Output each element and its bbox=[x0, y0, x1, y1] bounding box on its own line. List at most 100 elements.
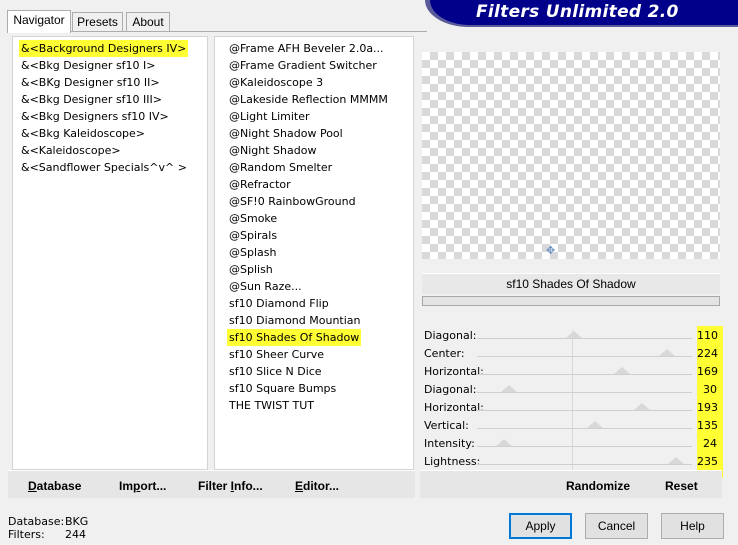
parameter-value: 110 bbox=[697, 327, 721, 345]
filter-item[interactable]: @Smoke bbox=[227, 210, 279, 227]
parameter-label: Vertical: bbox=[424, 419, 469, 432]
slider-track[interactable] bbox=[477, 428, 692, 429]
slider-thumb[interactable] bbox=[614, 367, 631, 374]
parameter-row: Diagonal: 30 bbox=[422, 381, 722, 399]
parameter-row: Diagonal: 110 bbox=[422, 327, 722, 345]
editor-button-mnemonic: E bbox=[295, 479, 304, 493]
filter-item[interactable]: sf10 Slice N Dice bbox=[227, 363, 324, 380]
filter-item[interactable]: @SF!0 RainbowGround bbox=[227, 193, 358, 210]
database-button[interactable]: Database bbox=[28, 479, 81, 493]
filter-item[interactable]: @Frame Gradient Switcher bbox=[227, 57, 379, 74]
editor-button[interactable]: Editor... bbox=[295, 479, 339, 493]
tab-about[interactable]: About bbox=[126, 12, 170, 32]
parameter-value: 235 bbox=[697, 453, 721, 471]
parameter-value: 24 bbox=[697, 435, 721, 453]
category-item[interactable]: &<Kaleidoscope> bbox=[19, 142, 123, 159]
filter-item[interactable]: sf10 Square Bumps bbox=[227, 380, 338, 397]
parameter-row: Lightness: 235 bbox=[422, 453, 722, 471]
category-item[interactable]: &<Bkg Designer sf10 III> bbox=[19, 91, 164, 108]
slider-thumb[interactable] bbox=[566, 331, 583, 338]
import-button[interactable]: Import... bbox=[119, 479, 166, 493]
slider-thumb[interactable] bbox=[586, 421, 603, 428]
slider-track[interactable] bbox=[477, 392, 692, 393]
database-button-mnemonic: D bbox=[28, 479, 37, 493]
status-database: Database: BKG bbox=[8, 515, 88, 528]
filter-list[interactable]: @Frame AFH Beveler 2.0a... @Frame Gradien… bbox=[214, 36, 414, 470]
app-banner: Filters Unlimited 2.0 bbox=[430, 0, 738, 25]
filter-item[interactable]: @Frame AFH Beveler 2.0a... bbox=[227, 40, 386, 57]
filter-item[interactable]: @Splish bbox=[227, 261, 275, 278]
slider-track[interactable] bbox=[477, 356, 692, 357]
status-filters: Filters: 244 bbox=[8, 528, 86, 541]
filter-info-button-label: nfo... bbox=[234, 479, 263, 493]
reset-button[interactable]: Reset bbox=[665, 479, 698, 493]
category-item[interactable]: &<Sandflower Specials^v^ > bbox=[19, 159, 189, 176]
slider-thumb[interactable] bbox=[501, 385, 518, 392]
filter-item[interactable]: @Kaleidoscope 3 bbox=[227, 74, 325, 91]
filter-progress-bar bbox=[422, 296, 720, 306]
status-database-value: BKG bbox=[65, 515, 89, 528]
slider-track[interactable] bbox=[477, 410, 692, 411]
filter-item[interactable]: @Spirals bbox=[227, 227, 279, 244]
parameter-label: Center: bbox=[424, 347, 465, 360]
category-item[interactable]: &<Background Designers IV> bbox=[19, 40, 189, 57]
slider-thumb[interactable] bbox=[658, 349, 675, 356]
filter-item[interactable]: sf10 Diamond Flip bbox=[227, 295, 331, 312]
parameter-label: Lightness: bbox=[424, 455, 481, 468]
filter-item[interactable]: @Random Smelter bbox=[227, 159, 334, 176]
parameter-label: Horizontal: bbox=[424, 365, 484, 378]
parameter-label: Diagonal: bbox=[424, 329, 477, 342]
filter-info-button[interactable]: Filter Info... bbox=[198, 479, 263, 493]
apply-button[interactable]: Apply bbox=[509, 513, 572, 539]
parameter-row: Center: 224 bbox=[422, 345, 722, 363]
category-item[interactable]: &<Bkg Designer sf10 I> bbox=[19, 57, 158, 74]
database-button-label: atabase bbox=[36, 479, 82, 493]
slider-thumb[interactable] bbox=[633, 403, 650, 410]
parameter-row: Intensity: 24 bbox=[422, 435, 722, 453]
category-item[interactable]: &<Bkg Designers sf10 IV> bbox=[19, 108, 171, 125]
import-button-prefix: Im bbox=[119, 479, 134, 493]
move-cursor-icon: ✥ bbox=[546, 245, 556, 257]
parameter-row: Vertical: 135 bbox=[422, 417, 722, 435]
parameter-value: 135 bbox=[697, 417, 721, 435]
filter-info-button-prefix: Filter bbox=[198, 479, 231, 493]
parameter-value: 193 bbox=[697, 399, 721, 417]
parameter-value: 169 bbox=[697, 363, 721, 381]
slider-thumb[interactable] bbox=[667, 457, 684, 464]
parameter-label: Horizontal: bbox=[424, 401, 484, 414]
filter-item[interactable]: @Sun Raze... bbox=[227, 278, 304, 295]
cancel-button[interactable]: Cancel bbox=[585, 513, 648, 539]
parameter-value: 224 bbox=[697, 345, 721, 363]
parameter-row: Horizontal: 193 bbox=[422, 399, 722, 417]
tab-navigator[interactable]: Navigator bbox=[7, 10, 71, 33]
filter-item[interactable]: @Light Limiter bbox=[227, 108, 312, 125]
slider-track[interactable] bbox=[477, 446, 692, 447]
filter-item[interactable]: @Lakeside Reflection MMMM bbox=[227, 91, 390, 108]
filter-item[interactable]: @Refractor bbox=[227, 176, 293, 193]
category-list[interactable]: &<Background Designers IV> &<Bkg Designer… bbox=[12, 36, 208, 470]
slider-thumb[interactable] bbox=[496, 439, 513, 446]
status-filters-value: 244 bbox=[65, 528, 86, 541]
filter-item[interactable]: THE TWIST TUT bbox=[227, 397, 316, 414]
slider-track[interactable] bbox=[477, 338, 692, 339]
tab-presets[interactable]: Presets bbox=[72, 12, 123, 32]
category-item[interactable]: &<BKg Designer sf10 II> bbox=[19, 74, 162, 91]
slider-track[interactable] bbox=[477, 464, 692, 465]
help-button[interactable]: Help bbox=[661, 513, 724, 539]
preview-canvas[interactable] bbox=[422, 52, 720, 259]
parameter-row: Horizontal: 169 bbox=[422, 363, 722, 381]
slider-track[interactable] bbox=[477, 374, 692, 375]
filter-item[interactable]: sf10 Sheer Curve bbox=[227, 346, 326, 363]
category-item[interactable]: &<Bkg Kaleidoscope> bbox=[19, 125, 147, 142]
filter-item[interactable]: @Night Shadow Pool bbox=[227, 125, 345, 142]
filter-item[interactable]: @Splash bbox=[227, 244, 278, 261]
filter-item[interactable]: @Night Shadow bbox=[227, 142, 318, 159]
editor-button-label: ditor... bbox=[303, 479, 340, 493]
randomize-button[interactable]: Randomize bbox=[566, 479, 630, 493]
parameter-label: Diagonal: bbox=[424, 383, 477, 396]
parameter-label: Intensity: bbox=[424, 437, 475, 450]
filter-item[interactable]: sf10 Shades Of Shadow bbox=[227, 329, 362, 346]
current-filter-name: sf10 Shades Of Shadow bbox=[422, 273, 720, 294]
filter-item[interactable]: sf10 Diamond Mountian bbox=[227, 312, 363, 329]
parameter-value: 30 bbox=[697, 381, 721, 399]
